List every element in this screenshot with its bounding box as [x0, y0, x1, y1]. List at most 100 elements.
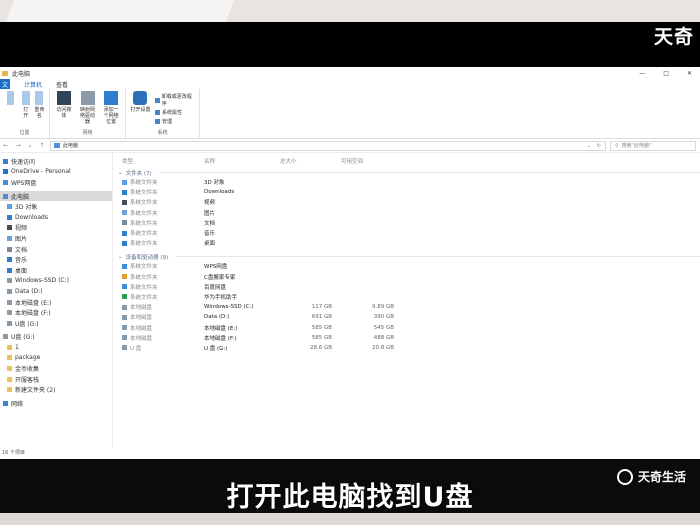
network-drive-icon	[80, 91, 95, 105]
papers	[5, 0, 235, 22]
chevron-down-icon[interactable]: ⌄	[118, 170, 123, 176]
system-properties-link[interactable]: 系统属性	[154, 109, 195, 116]
list-item[interactable]: 本地磁盘 本地磁盘 (F:) 585 GB 488 GB	[113, 333, 700, 343]
nav-item-label: 视频	[15, 225, 28, 233]
rename-button[interactable]: 重命名	[34, 91, 45, 129]
column-type[interactable]: 类型	[113, 157, 204, 165]
nav-item[interactable]: 1	[0, 342, 112, 353]
chevron-down-icon[interactable]: ⌄	[587, 143, 591, 149]
list-item[interactable]: 系统文件夹 3D 对象	[113, 177, 700, 187]
list-item[interactable]: 系统文件夹 华为手机助手	[113, 292, 700, 302]
nav-item[interactable]: OneDrive - Personal	[0, 167, 112, 178]
list-item[interactable]: 系统文件夹 文档	[113, 218, 700, 228]
list-item[interactable]: 系统文件夹 WPS网盘	[113, 261, 700, 271]
nav-item[interactable]: Data (D:)	[0, 286, 112, 297]
brand-logo-bottom: 天奇生活	[616, 468, 686, 485]
column-total-size[interactable]: 总大小	[280, 157, 341, 165]
list-item[interactable]: 系统文件夹 Downloads	[113, 187, 700, 197]
nav-item-label: 金币收集	[15, 366, 40, 374]
nav-item[interactable]: 本地磁盘 (F:)	[0, 307, 112, 318]
close-button[interactable]: ✕	[687, 70, 692, 77]
brand-text: 天奇生活	[637, 470, 686, 484]
brand-icon	[616, 468, 633, 485]
section-header[interactable]: ⌄ 设备和驱动器 (9)	[113, 252, 700, 261]
map-network-drive-button[interactable]: 映射网络驱动器	[78, 91, 98, 129]
list-item[interactable]: 系统文件夹 音乐	[113, 228, 700, 238]
item-type-label: 本地磁盘	[130, 335, 153, 342]
access-media-button[interactable]: 访问媒体	[54, 91, 74, 129]
tab-computer[interactable]: 计算机	[24, 80, 42, 89]
nav-item[interactable]: 此电脑	[0, 190, 112, 202]
item-free-space: 20.8 GB	[371, 344, 394, 351]
tab-view[interactable]: 查看	[56, 80, 68, 89]
nav-item[interactable]: 音乐	[0, 254, 112, 265]
up-button[interactable]: ↑	[38, 142, 46, 149]
nav-item[interactable]: U盘 (G:)	[0, 318, 112, 329]
manage-icon	[154, 119, 160, 124]
nav-item[interactable]: 新建文件夹 (2)	[0, 384, 112, 395]
add-network-location-button[interactable]: 添加一个网络位置	[101, 91, 121, 129]
section-header[interactable]: ⌄ 文件夹 (7)	[113, 168, 700, 177]
item-type-label: 系统文件夹	[130, 241, 158, 248]
list-item[interactable]: 本地磁盘 Data (D:) 691 GB 390 GB	[113, 312, 700, 322]
group-label-system: 系统	[157, 130, 168, 136]
list-item[interactable]: 系统文件夹 桌面	[113, 238, 700, 248]
properties-button[interactable]: 属性	[4, 91, 18, 129]
section-label: 文件夹 (7)	[125, 170, 152, 177]
manage-link[interactable]: 管理	[154, 118, 195, 125]
column-name[interactable]: 名称	[204, 157, 280, 165]
forward-button[interactable]: →	[14, 142, 22, 149]
address-bar-row: ← → ⌄ ↑ 此电脑 ⌄ ↻ ⚲ 搜索"此电脑"	[0, 139, 700, 153]
nav-item[interactable]: package	[0, 353, 112, 364]
nav-item[interactable]: 3D 对象	[0, 201, 112, 212]
nav-item[interactable]: 图片	[0, 233, 112, 244]
nav-item[interactable]: Windows-SSD (C:)	[0, 276, 112, 287]
nav-item-icon	[3, 169, 8, 175]
nav-item[interactable]: 网络	[0, 398, 112, 409]
search-input[interactable]: ⚲ 搜索"此电脑"	[610, 140, 696, 151]
properties-icon	[7, 91, 15, 105]
nav-item[interactable]: WPS网盘	[0, 177, 112, 188]
item-type: 本地磁盘	[113, 334, 204, 342]
nav-item[interactable]: 桌面	[0, 265, 112, 276]
explorer-body: 快速访问 OneDrive - Personal WPS网盘此电脑 3D 对象 Down…	[0, 153, 700, 448]
window-title: 此电脑	[12, 70, 31, 78]
open-icon	[21, 91, 30, 105]
list-item[interactable]: 系统文件夹 C盘搬家专家	[113, 272, 700, 282]
nav-item-icon	[3, 334, 8, 340]
nav-item[interactable]: Downloads	[0, 212, 112, 223]
refresh-icon[interactable]: ↻	[597, 143, 601, 149]
list-item[interactable]: U 盘 U 盘 (G:) 28.6 GB 20.8 GB	[113, 343, 700, 353]
list-item[interactable]: 本地磁盘 本地磁盘 (E:) 585 GB 545 GB	[113, 322, 700, 332]
nav-item[interactable]: 文档	[0, 244, 112, 255]
item-name: Data (D:)	[204, 314, 230, 321]
tab-file[interactable]: 文	[0, 79, 10, 89]
chevron-down-icon[interactable]: ⌄	[118, 254, 123, 260]
recent-dropdown[interactable]: ⌄	[26, 142, 34, 149]
back-button[interactable]: ←	[2, 142, 10, 149]
section-divider	[158, 172, 700, 173]
column-free-space[interactable]: 可用空间	[341, 157, 403, 165]
nav-item-icon	[7, 299, 12, 305]
nav-item[interactable]: 视频	[0, 223, 112, 234]
nav-item[interactable]: 快速访问	[0, 156, 112, 167]
group-label-location: 位置	[19, 130, 30, 136]
list-item[interactable]: 本地磁盘 Windows-SSD (C:) 117 GB 9.89 GB	[113, 302, 700, 312]
minimize-button[interactable]: —	[639, 70, 645, 77]
address-input[interactable]: 此电脑 ⌄ ↻	[50, 140, 606, 151]
uninstall-program-link[interactable]: 卸载或更改程序	[154, 93, 195, 107]
item-type-label: 系统文件夹	[130, 220, 158, 227]
item-type: 本地磁盘	[113, 324, 204, 332]
nav-item[interactable]: U盘 (G:)	[0, 332, 112, 343]
list-item[interactable]: 系统文件夹 图片	[113, 208, 700, 218]
open-settings-button[interactable]: 打开设置	[130, 91, 151, 129]
system-icon	[154, 110, 160, 115]
item-type-label: 系统文件夹	[130, 274, 158, 281]
maximize-button[interactable]: □	[663, 70, 669, 77]
open-button[interactable]: 打开	[21, 91, 30, 129]
nav-item[interactable]: 本地磁盘 (E:)	[0, 297, 112, 308]
list-item[interactable]: 系统文件夹 百度网盘	[113, 282, 700, 292]
list-item[interactable]: 系统文件夹 视频	[113, 197, 700, 207]
nav-item[interactable]: 开服客栈	[0, 374, 112, 385]
nav-item[interactable]: 金币收集	[0, 363, 112, 374]
